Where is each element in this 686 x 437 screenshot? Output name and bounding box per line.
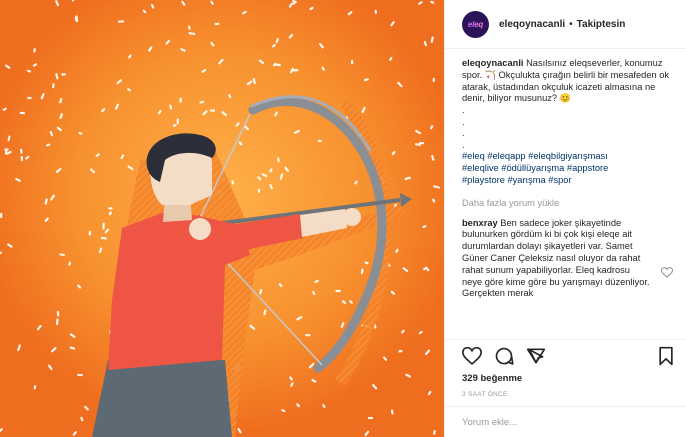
load-more-comments-button[interactable]: Daha fazla yorum yükle [462, 198, 673, 208]
caption-dots: . . . . [462, 105, 673, 151]
comment-text: Ben sadece joker şikayetinde bulunurken … [462, 217, 650, 299]
hashtags[interactable]: #eleq #eleqapp #eleqbilgiyarışması #eleq… [462, 151, 673, 186]
hashtag-line[interactable]: #eleq #eleqapp #eleqbilgiyarışması [462, 151, 673, 163]
hashtag-line[interactable]: #eleqlive #ödüllüyarışma #appstore [462, 163, 673, 175]
comment-input[interactable] [462, 416, 662, 428]
post-image[interactable] [0, 0, 444, 437]
bow-arrow-emoji-icon: 🏹 [484, 69, 496, 80]
caption-dot: . [462, 105, 465, 116]
add-comment-bar [445, 406, 686, 437]
avatar-logo-text: eleq [467, 19, 484, 29]
comments-section[interactable]: eleqoynacanli Nasılsınız eleqseverler, k… [445, 49, 686, 339]
heart-small-icon[interactable] [661, 266, 673, 278]
post-actions [445, 339, 686, 371]
caption-dot: . [462, 128, 465, 139]
username-link[interactable]: eleqoynacanli [499, 19, 565, 30]
comment-item: benxray Ben sadece joker şikayetinde bul… [462, 218, 673, 301]
avatar[interactable]: eleq [462, 10, 489, 38]
post-timestamp: 3 SAAT ÖNCE [462, 391, 508, 398]
heart-icon[interactable] [462, 346, 482, 366]
post-panel: eleq eleqoynacanli • Takiptesin eleqoyna… [444, 0, 686, 437]
comment-icon[interactable] [494, 346, 514, 366]
hashtag-line[interactable]: #playstore #yarışma #spor [462, 175, 673, 187]
separator-dot: • [569, 18, 573, 30]
caption: eleqoynacanli Nasılsınız eleqseverler, k… [462, 58, 673, 187]
comment-username[interactable]: benxray [462, 218, 498, 228]
share-icon[interactable] [526, 346, 546, 366]
smile-emoji-icon: 😊 [559, 93, 571, 104]
caption-username[interactable]: eleqoynacanli [462, 58, 524, 68]
pants [92, 360, 232, 437]
follow-status-button[interactable]: Takiptesin [577, 19, 626, 30]
post-header: eleq eleqoynacanli • Takiptesin [445, 0, 686, 49]
bookmark-icon[interactable] [656, 346, 676, 366]
caption-dot: . [462, 139, 465, 150]
likes-count[interactable]: 329 beğenme [462, 373, 522, 384]
archer-illustration [0, 0, 444, 437]
caption-dot: . [462, 116, 465, 127]
